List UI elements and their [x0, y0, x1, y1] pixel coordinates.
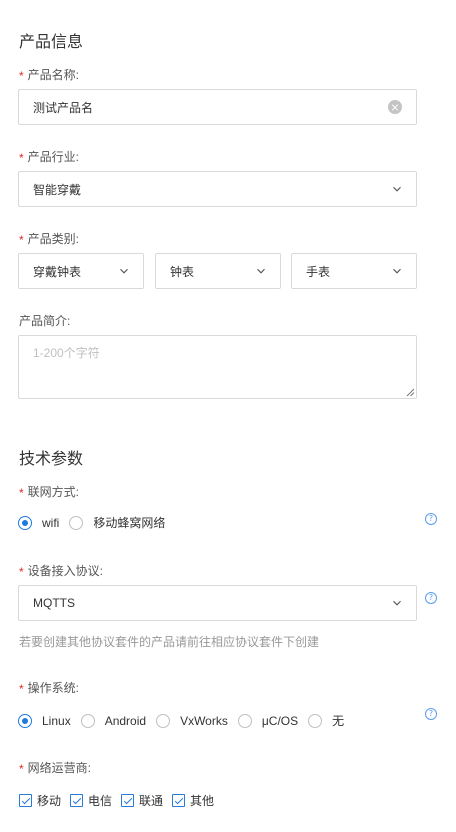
- category-level2-select[interactable]: 钟表: [155, 253, 281, 289]
- category-level2-value: 钟表: [170, 264, 195, 279]
- radio-unselected-icon[interactable]: [80, 713, 95, 728]
- category-level3-value: 手表: [306, 264, 331, 279]
- protocol-value: MQTTS: [33, 596, 75, 610]
- product-desc-placeholder: 1-200个字符: [33, 346, 100, 360]
- radio-selected-icon[interactable]: [18, 515, 32, 530]
- checkbox-option-label: 电信: [88, 794, 113, 808]
- radio-option-vxworks[interactable]: VxWorks: [156, 713, 228, 728]
- checkbox-checked-icon[interactable]: [172, 794, 186, 807]
- radio-option-wifi[interactable]: wifi: [18, 515, 60, 530]
- chevron-down-icon: [393, 186, 401, 192]
- chevron-down-icon: [393, 600, 401, 606]
- radio-unselected-icon[interactable]: [308, 713, 323, 728]
- category-level1-value: 穿戴钟表: [33, 264, 82, 279]
- help-icon[interactable]: ?: [425, 513, 437, 525]
- carrier-label: * 网络运营商:: [19, 759, 91, 776]
- chevron-down-icon: [257, 268, 265, 274]
- network-mode-radio-group: wifi 移动蜂窝网络: [18, 514, 175, 531]
- help-icon[interactable]: ?: [425, 708, 437, 720]
- clear-icon[interactable]: [388, 100, 402, 114]
- checkbox-checked-icon[interactable]: [19, 794, 32, 807]
- product-desc-textarea[interactable]: 1-200个字符: [18, 335, 417, 399]
- product-name-input[interactable]: 测试产品名: [18, 89, 417, 125]
- protocol-label: * 设备接入协议:: [19, 562, 103, 579]
- required-mark: *: [19, 151, 24, 165]
- protocol-select[interactable]: MQTTS: [18, 585, 417, 621]
- checkbox-checked-icon[interactable]: [121, 794, 135, 807]
- label-text: 操作系统:: [27, 681, 80, 695]
- radio-option-linux[interactable]: Linux: [18, 713, 71, 728]
- product-name-label: * 产品名称:: [19, 66, 79, 83]
- radio-selected-icon[interactable]: [18, 713, 32, 728]
- checkbox-option-unicom[interactable]: 联通: [121, 792, 163, 809]
- required-mark: *: [19, 682, 24, 696]
- radio-option-label: Linux: [42, 713, 71, 728]
- os-label: * 操作系统:: [19, 679, 79, 696]
- required-mark: *: [19, 762, 24, 776]
- radio-option-android[interactable]: Android: [80, 713, 147, 728]
- radio-unselected-icon[interactable]: [69, 515, 84, 530]
- os-radio-group: Linux Android VxWorks μC/OS 无: [18, 712, 354, 729]
- checkbox-option-telecom[interactable]: 电信: [70, 792, 112, 809]
- required-mark: *: [19, 233, 24, 247]
- radio-option-label: VxWorks: [180, 713, 228, 728]
- product-industry-select[interactable]: 智能穿戴: [18, 171, 417, 207]
- checkbox-option-other[interactable]: 其他: [172, 792, 214, 809]
- network-mode-label: * 联网方式:: [19, 483, 79, 500]
- product-category-label: * 产品类别:: [19, 230, 79, 247]
- resize-handle-icon[interactable]: [405, 387, 415, 397]
- chevron-down-icon: [120, 268, 128, 274]
- label-text: 设备接入协议:: [27, 564, 104, 578]
- product-industry-value: 智能穿戴: [33, 182, 82, 197]
- radio-option-cellular[interactable]: 移动蜂窝网络: [69, 514, 165, 531]
- category-level3-select[interactable]: 手表: [291, 253, 417, 289]
- product-name-value[interactable]: 测试产品名: [33, 99, 382, 116]
- section-title-product-info: 产品信息: [19, 34, 84, 51]
- radio-option-label: Android: [104, 713, 147, 728]
- chevron-down-icon: [393, 268, 401, 274]
- radio-option-label: wifi: [42, 515, 60, 530]
- label-text: 产品行业:: [27, 150, 80, 164]
- radio-unselected-icon[interactable]: [156, 713, 171, 728]
- product-desc-label: 产品简介:: [19, 314, 71, 328]
- label-text: 联网方式:: [27, 485, 80, 499]
- label-text: 网络运营商:: [27, 761, 92, 775]
- checkbox-option-label: 其他: [190, 794, 215, 808]
- checkbox-option-mobile[interactable]: 移动: [19, 792, 61, 809]
- help-icon[interactable]: ?: [425, 592, 437, 604]
- category-level1-select[interactable]: 穿戴钟表: [18, 253, 144, 289]
- product-industry-label: * 产品行业:: [19, 148, 79, 165]
- label-text: 产品类别:: [27, 232, 80, 246]
- required-mark: *: [19, 565, 24, 579]
- radio-option-label: μC/OS: [261, 713, 299, 728]
- radio-unselected-icon[interactable]: [237, 713, 252, 728]
- radio-option-none[interactable]: 无: [308, 712, 344, 729]
- radio-option-label: 移动蜂窝网络: [93, 516, 166, 530]
- section-title-tech-params: 技术参数: [19, 451, 84, 468]
- checkbox-option-label: 移动: [37, 794, 62, 808]
- required-mark: *: [19, 69, 24, 83]
- radio-option-ucos[interactable]: μC/OS: [237, 713, 299, 728]
- checkbox-option-label: 联通: [139, 794, 164, 808]
- label-text: 产品名称:: [27, 68, 80, 82]
- required-mark: *: [19, 486, 24, 500]
- radio-option-label: 无: [332, 714, 345, 728]
- carrier-checkbox-group: 移动 电信 联通 其他: [19, 792, 223, 809]
- protocol-hint-text: 若要创建其他协议套件的产品请前往相应协议套件下创建: [19, 635, 320, 649]
- checkbox-checked-icon[interactable]: [70, 794, 84, 807]
